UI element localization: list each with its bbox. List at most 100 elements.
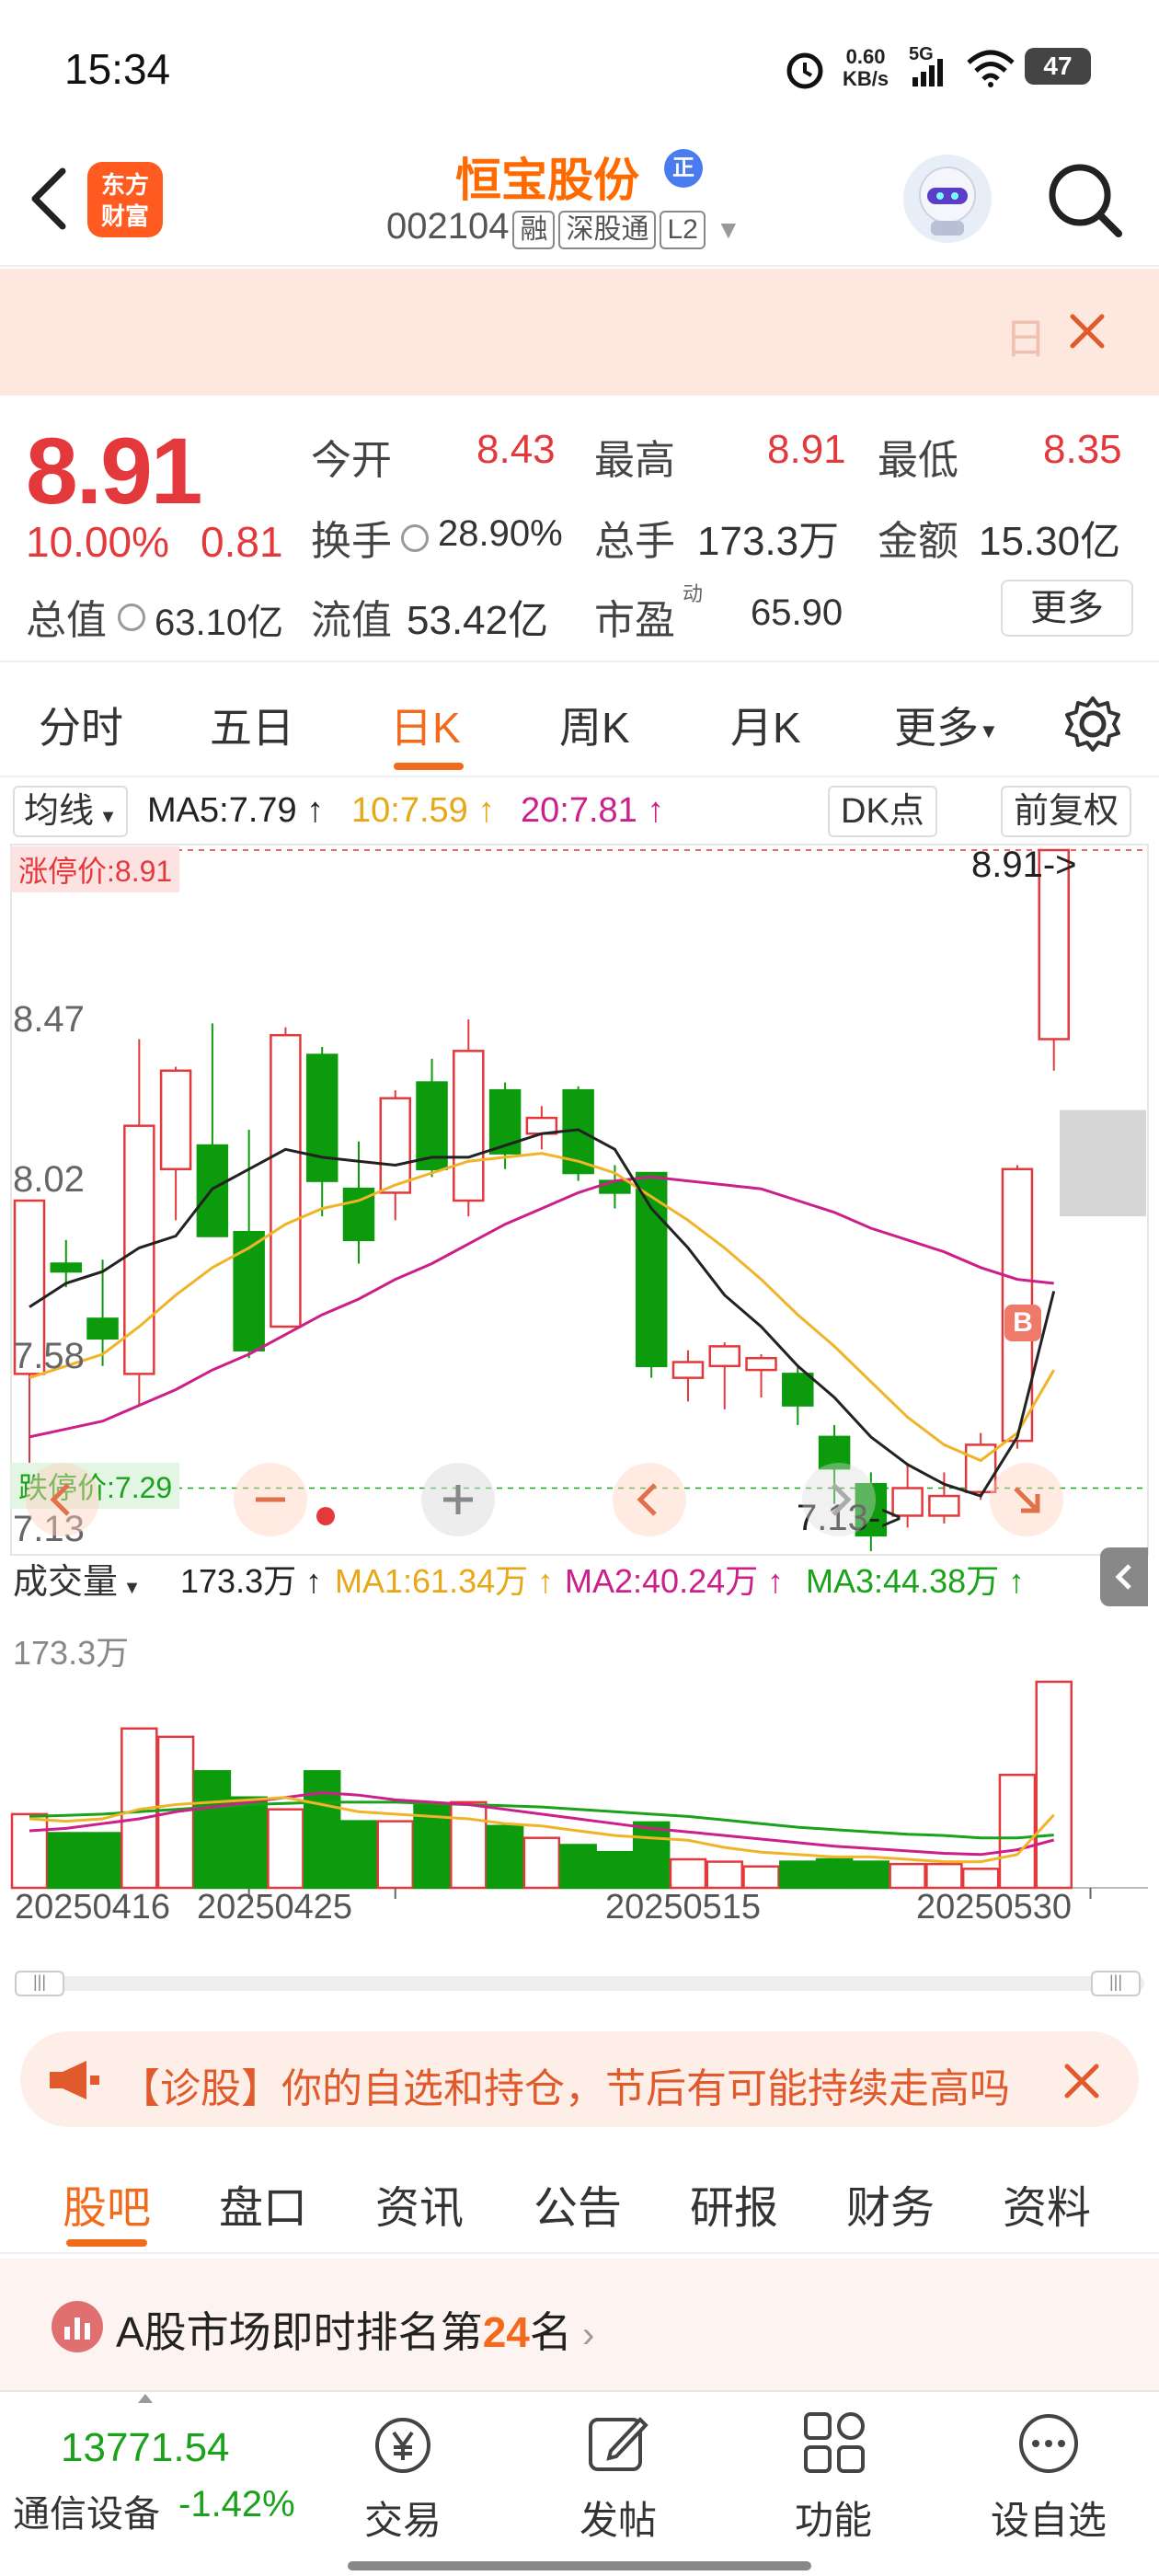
tab-pankou[interactable]: 盘口 [219,2171,307,2236]
minus-icon [256,1497,285,1502]
tab-more-label: 更多 [894,704,979,752]
more-dots-icon [1019,2414,1078,2473]
tab-more[interactable]: 更多▼ [894,695,999,755]
chart-rank-icon [52,2301,103,2352]
top-banner[interactable]: 日 [0,269,1159,396]
tag-level: L2 [660,211,706,249]
chart-control-prev[interactable] [26,1463,99,1536]
tab-finance[interactable]: 财务 [846,2171,935,2236]
tab-research[interactable]: 研报 [690,2171,778,2236]
indicator-select-label: 均线 [24,792,95,831]
scroll-handle-right[interactable]: ||| [1091,1971,1141,1996]
max-price-marker: 8.91-> [971,845,1077,885]
kline-chart-area[interactable]: 均线 ▼ MA5:7.79 ↑ 10:7.59 ↑ 20:7.81 ↑ DK点 … [0,780,1159,2013]
close-icon[interactable] [1061,2061,1102,2101]
tab-announcement[interactable]: 公告 [534,2171,622,2236]
tab-news[interactable]: 资讯 [375,2171,464,2236]
collapse-panel-button[interactable] [1100,1547,1148,1606]
logo-line1: 东方 [100,171,149,199]
candle-up [745,1356,777,1372]
scroll-handle-left[interactable]: ||| [15,1971,64,1996]
x-date-1: 20250416 [15,1888,171,1926]
volume-bar-up [669,1857,707,1890]
volume-bar-down [852,1860,890,1890]
indicator-select[interactable]: 均线 ▼ [13,786,129,837]
signal-icon [912,59,943,86]
notice-bar[interactable]: 【诊股】你的自选和持仓，节后有可能持续走高吗 [20,2031,1139,2127]
volume-current: 173.3万 ↑ [180,1562,323,1600]
battery-level: 47 [1043,52,1073,80]
nav-functions[interactable]: 功能 [751,2392,916,2567]
chart-scrollbar[interactable] [15,1976,1144,1991]
fq-button[interactable]: 前复权 [1001,786,1132,837]
tab-guba[interactable]: 股吧 [63,2171,151,2236]
volume-bar-up [10,1812,49,1890]
search-icon[interactable] [1043,158,1126,241]
live-dot [316,1507,335,1525]
x-date-2: 20250425 [197,1888,353,1926]
vol-ma1-legend: MA1:61.34万 ↑ [335,1562,555,1600]
period-tabs: 分时 五日 日K 周K 月K 更多▼ [0,667,1159,777]
chevron-left-icon [1115,1564,1131,1590]
low-label: 最低 [878,438,958,483]
candle-down [233,1230,265,1351]
change-amount: 0.81 [201,518,283,566]
info-icon[interactable] [118,604,145,631]
status-bar: 15:34 0.60 KB/s 5G 47 [0,0,1159,129]
active-tab-indicator [394,763,464,770]
tab-fenshi[interactable]: 分时 [39,695,123,755]
tab-profile[interactable]: 资料 [1003,2171,1091,2236]
limit-up-label: 涨停价:8.91 [11,846,180,892]
index-change: -1.42% [178,2484,295,2524]
y-tick-802: 8.02 [13,1159,85,1200]
back-arrow-icon[interactable] [26,166,72,232]
candle-up [123,1124,155,1375]
rank-row[interactable]: A股市场即时排名第24名 › [0,2259,1159,2397]
logo-line2: 财富 [100,202,149,230]
zoom-in-button[interactable] [421,1463,495,1536]
volume-value: 173.3万 [697,519,840,564]
kline-svg[interactable] [0,843,1159,2013]
volume-bar-up [742,1865,780,1890]
volume-bar-down [815,1857,854,1890]
y-tick-847: 8.47 [13,999,85,1040]
more-button[interactable]: 更多 [1001,580,1133,637]
info-icon[interactable] [401,524,429,552]
tab-wuri[interactable]: 五日 [210,695,294,755]
turnover-label: 换手 [311,519,392,564]
close-icon[interactable] [1067,311,1107,351]
zoom-out-button[interactable] [234,1463,307,1536]
active-tab-indicator [66,2239,147,2247]
volume-bar-up [889,1862,926,1890]
nav-add-watchlist[interactable]: 设自选 [966,2392,1131,2567]
nav-post[interactable]: 发帖 [535,2392,701,2567]
volume-bar-down [303,1770,341,1890]
open-label: 今开 [311,438,392,483]
tab-monthly-k[interactable]: 月K [730,695,801,755]
robot-icon [919,167,976,236]
alarm-icon [786,52,823,89]
scroll-left-button[interactable] [613,1463,686,1536]
app-logo[interactable]: 东方 财富 [87,162,163,237]
volume-bar-down [632,1821,671,1890]
volume-bar-down [779,1860,817,1890]
tab-daily-k[interactable]: 日K [390,695,461,755]
x-date-3: 20250515 [605,1888,762,1926]
rank-prefix: A股市场即时排名第 [116,2308,483,2356]
volume-bar-up [267,1808,304,1890]
gear-icon[interactable] [1063,695,1122,753]
tab-weekly-k[interactable]: 周K [559,695,630,755]
nav-trade[interactable]: 交易 [320,2392,486,2567]
volume-select[interactable]: 成交量 ▼ [13,1553,141,1604]
buy-marker[interactable]: B [1004,1305,1041,1341]
scroll-right-button[interactable] [802,1463,876,1536]
index-value[interactable]: 13771.54 [61,2425,230,2471]
robot-avatar[interactable] [903,155,992,243]
chevron-right-icon: › [571,2315,595,2355]
stock-name[interactable]: 恒宝股份 [455,144,639,210]
stock-code-line[interactable]: 002104 融深股通 L2 ▼ [386,206,741,249]
rank-number: 24 [482,2308,530,2356]
jump-latest-button[interactable] [990,1463,1063,1536]
index-name[interactable]: 通信设备 [13,2484,160,2537]
dk-button[interactable]: DK点 [828,786,937,837]
